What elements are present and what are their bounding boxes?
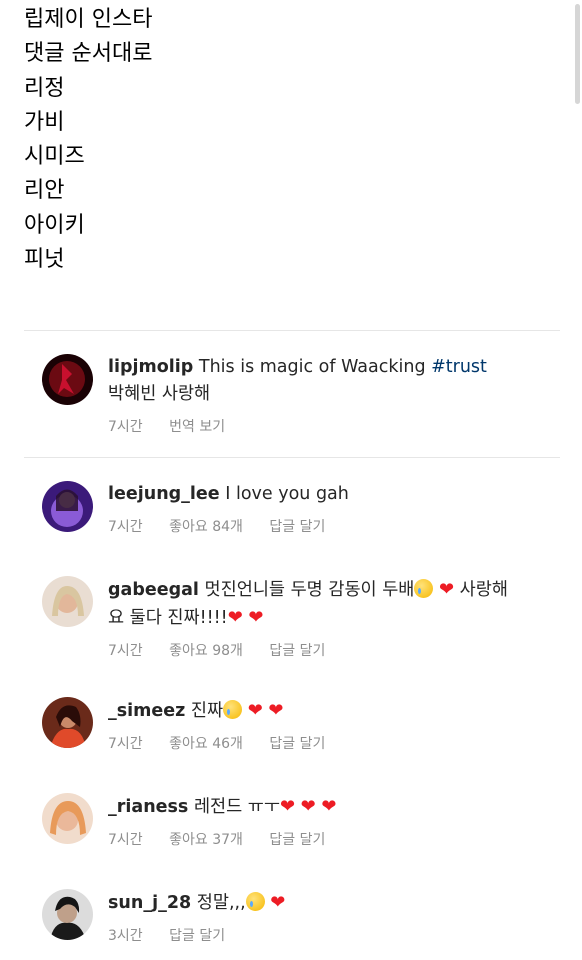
username-link[interactable]: leejung_lee: [108, 484, 220, 504]
heart-icon: ❤: [280, 796, 296, 817]
heart-icon: ❤: [227, 607, 243, 628]
timestamp: 7시간: [108, 643, 143, 659]
heart-icon: ❤: [438, 579, 455, 600]
like-count[interactable]: 좋아요 84개: [169, 519, 243, 535]
username-link[interactable]: _rianess: [108, 797, 188, 817]
comment-meta: 7시간 좋아요 98개 답글 달기: [108, 640, 560, 660]
comment-body: _rianess 레전드 ㅠㅜ❤ ❤ ❤: [108, 793, 560, 821]
comment-body: lipjmolip This is magic of Waacking #tru…: [108, 354, 560, 408]
comment-meta: 7시간 좋아요 46개 답글 달기: [108, 733, 560, 753]
crying-face-icon: [414, 579, 434, 598]
heart-icon: ❤: [270, 892, 286, 913]
comment-text-line2: 요 둘다 진짜!!!!: [108, 608, 228, 628]
intro-text: 립제이 인스타 댓글 순서대로 리정 가비 시미즈 리안 아이키 피넛: [24, 3, 152, 277]
comment-body: leejung_lee I love you gah: [108, 481, 560, 508]
like-count[interactable]: 좋아요 98개: [169, 643, 243, 659]
avatar[interactable]: [42, 481, 93, 532]
comment-meta: 7시간 좋아요 37개 답글 달기: [108, 829, 560, 849]
intro-line: 아이키: [24, 212, 85, 238]
reply-button[interactable]: 답글 달기: [269, 832, 325, 848]
heart-icon: ❤: [321, 796, 337, 817]
like-count[interactable]: 좋아요 37개: [169, 832, 243, 848]
intro-line: 립제이 인스타: [24, 7, 153, 32]
intro-line: 시미즈: [24, 144, 85, 170]
intro-line: 가비: [24, 109, 65, 135]
timestamp: 7시간: [108, 736, 143, 752]
section-divider: [24, 457, 560, 458]
section-divider: [24, 330, 560, 331]
intro-line: 리안: [24, 178, 65, 204]
timestamp: 3시간: [108, 928, 143, 944]
hashtag-link[interactable]: #trust: [431, 357, 487, 377]
like-count[interactable]: 좋아요 46개: [169, 736, 243, 752]
username-link[interactable]: gabeegal: [108, 580, 199, 600]
see-translation-button[interactable]: 번역 보기: [169, 419, 225, 435]
comment-text: 진짜: [190, 701, 224, 721]
heart-icon: ❤: [300, 796, 316, 817]
comment-meta: 7시간 번역 보기: [108, 416, 560, 436]
comment-text-cont: 사랑해: [459, 580, 508, 600]
comment-text: 정말,,,: [196, 893, 246, 913]
timestamp: 7시간: [108, 832, 143, 848]
reply-button[interactable]: 답글 달기: [269, 519, 325, 535]
heart-icon: ❤: [248, 607, 264, 628]
username-link[interactable]: _simeez: [108, 701, 185, 721]
scrollbar[interactable]: [575, 4, 580, 104]
heart-icon: ❤: [268, 700, 284, 721]
comment-text: I love you gah: [225, 484, 349, 504]
timestamp: 7시간: [108, 419, 143, 435]
comment-text-line2: 박혜빈 사랑해: [108, 384, 211, 404]
comment-body: sun_j_28 정말,,, ❤: [108, 889, 560, 917]
comment-text: This is magic of Waacking: [198, 357, 432, 377]
intro-line: 리정: [24, 75, 65, 101]
heart-icon: ❤: [247, 700, 263, 721]
reply-button[interactable]: 답글 달기: [269, 643, 325, 659]
reply-button[interactable]: 답글 달기: [269, 736, 325, 752]
username-link[interactable]: sun_j_28: [108, 893, 191, 913]
avatar[interactable]: [42, 793, 93, 844]
intro-line: 댓글 순서대로: [24, 41, 153, 67]
crying-face-icon: [245, 892, 265, 911]
avatar[interactable]: [42, 889, 93, 940]
comment-text: 멋진언니들 두명 감동이 두배: [204, 580, 415, 600]
avatar[interactable]: [42, 354, 93, 405]
comment-meta: 7시간 좋아요 84개 답글 달기: [108, 516, 560, 536]
avatar[interactable]: [42, 697, 93, 748]
comment-body: _simeez 진짜 ❤ ❤: [108, 697, 560, 725]
comment-meta: 3시간 답글 달기: [108, 925, 560, 945]
intro-line: 피넛: [24, 247, 65, 273]
username-link[interactable]: lipjmolip: [108, 357, 193, 377]
comment-body: gabeegal 멋진언니들 두명 감동이 두배 ❤ 사랑해 요 둘다 진짜!!…: [108, 576, 560, 632]
timestamp: 7시간: [108, 519, 143, 535]
comment-text: 레전드 ㅠㅜ: [193, 797, 280, 817]
reply-button[interactable]: 답글 달기: [169, 928, 225, 944]
avatar[interactable]: [42, 576, 93, 627]
crying-face-icon: [223, 700, 243, 719]
